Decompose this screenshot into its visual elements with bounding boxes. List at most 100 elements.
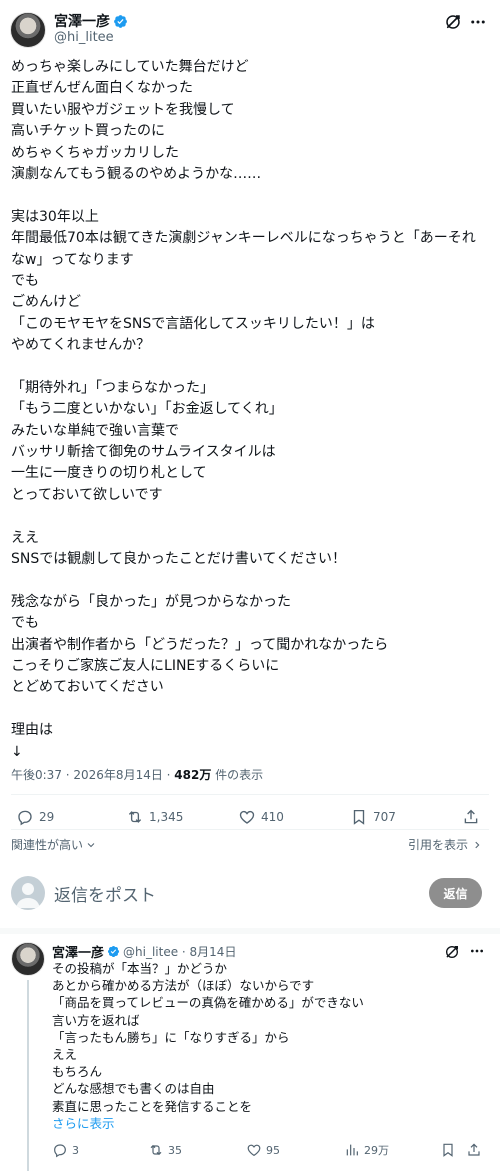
- reply-text-line: 「商品を買ってレビューの真偽を確かめる」ができない: [52, 995, 364, 1011]
- tweet-text-line: こっそりご家族ご友人にLINEするくらいに: [11, 657, 280, 674]
- share-icon: [468, 1143, 480, 1156]
- author-handle[interactable]: @hi_litee: [54, 30, 114, 45]
- reply-handle-date[interactable]: @hi_litee · 8月14日: [123, 943, 236, 960]
- tweet-text: めっちゃ楽しみにしていた舞台だけど 正直ぜんぜん面白くなかった買いたい服やガジェッ…: [11, 57, 493, 763]
- like-count: 410: [261, 810, 284, 824]
- reply-views-count: 29万: [364, 1144, 389, 1157]
- reply-text: その投稿が「本当？」かどうかあとから確かめる方法が（ほぼ）ないからです 「商品を買…: [52, 960, 482, 1132]
- view-quotes-link[interactable]: 引用を表示: [408, 836, 482, 853]
- tweet-text-line: [11, 570, 493, 591]
- reply-like-count: 95: [266, 1143, 280, 1157]
- tweet-text-line: SNSでは観劇して良かったことだけ書いてください！: [11, 550, 346, 567]
- reply-bookmark-action[interactable]: [440, 1142, 456, 1158]
- verified-badge-icon: [114, 14, 127, 28]
- reply-action[interactable]: 29: [16, 808, 54, 826]
- tweet-text-line: 「もう二度といかない」「お金返してくれ」: [11, 401, 283, 418]
- tweet-text-line: なw」ってなります: [11, 251, 134, 268]
- author-display-name[interactable]: 宮澤一彦: [54, 11, 110, 31]
- reply-text-line: 「言ったもん勝ち」に「なりすぎる」から: [52, 1029, 290, 1045]
- views-count: 482万: [174, 768, 212, 782]
- sort-label: 関連性が高い: [11, 838, 84, 852]
- tweet-text-line: 買いたい服やガジェットを我慢して: [11, 101, 235, 118]
- bookmark-icon: [353, 809, 365, 825]
- reply-author-row[interactable]: 宮澤一彦 @hi_litee · 8月14日: [52, 942, 236, 961]
- tweet-text-line: 年間最低70本は観てきた演劇ジャンキーレベルになっちゃうと「あーそれ: [11, 230, 476, 247]
- chevron-down-icon: [87, 842, 95, 847]
- tweet-text-line: 「期待外れ」「つまらなかった」: [11, 379, 214, 396]
- reply-text-line: 言い方を返れば: [52, 1012, 140, 1028]
- tweet-text-line: [11, 185, 493, 206]
- more-options-icon[interactable]: [468, 943, 486, 959]
- tweet-text-line: とっておいて欲しいです: [11, 486, 163, 503]
- bookmark-action[interactable]: 707: [350, 808, 396, 826]
- reply-repost-count: 35: [168, 1143, 182, 1157]
- reply-text-line: あとから確かめる方法が（ほぼ）ないからです: [52, 978, 315, 994]
- reply-count: 29: [39, 810, 55, 824]
- heart-icon: [239, 810, 255, 824]
- repost-action[interactable]: 1,345: [126, 808, 183, 826]
- reply-reply-count: 3: [72, 1143, 79, 1157]
- verified-badge-icon: [107, 945, 120, 958]
- reply-text-line: その投稿が「本当？」かどうか: [52, 961, 228, 976]
- tweet-text-line: ええ: [11, 529, 39, 546]
- tweet-meta: 午後0:37 · 2026年8月14日 · 482万 件の表示: [11, 766, 263, 783]
- tweet-text-line: ↓: [11, 743, 23, 760]
- share-icon: [464, 809, 478, 824]
- tweet-text-line: 高いチケット買ったのに: [11, 123, 165, 140]
- tweet-text-line: とどめておいてください: [11, 679, 164, 696]
- tweet-text-line: みたいな単純で強い言葉で: [11, 422, 179, 439]
- section-separator: [0, 928, 500, 934]
- tweet-text-line: 残念ながら「良かった」が見つからなかった: [11, 593, 291, 610]
- reply-text-line: 素直に思ったことを発信することを: [52, 1098, 253, 1114]
- reply-text-line: ええ: [52, 1046, 78, 1062]
- tweet-text-line: バッサリ斬捨て御免のサムライスタイルは: [11, 444, 276, 461]
- author-name-row[interactable]: 宮澤一彦: [54, 11, 128, 31]
- reply-repost-action[interactable]: 35: [148, 1142, 182, 1158]
- bookmark-icon: [443, 1143, 453, 1157]
- tweet-timestamp[interactable]: 午後0:37 · 2026年8月14日 ·: [11, 768, 174, 782]
- divider: [11, 794, 489, 795]
- reply-sort-selector[interactable]: 関連性が高い: [11, 836, 97, 853]
- reply-reply-action[interactable]: 3: [52, 1142, 79, 1158]
- bookmark-count: 707: [373, 810, 396, 824]
- divider: [11, 829, 489, 830]
- tweet-text-line: めっちゃ楽しみにしていた舞台だけど: [11, 59, 249, 75]
- author-avatar[interactable]: [10, 12, 46, 48]
- thread-connector-line: [27, 980, 29, 1171]
- analytics-icon: [346, 1144, 358, 1156]
- reply-author-name[interactable]: 宮澤一彦: [52, 942, 104, 961]
- reply-views-action[interactable]: 29万: [344, 1142, 389, 1158]
- repost-icon: [150, 1144, 162, 1156]
- default-avatar-icon: [16, 883, 40, 908]
- like-action[interactable]: 410: [238, 808, 284, 826]
- tweet-text-line: 実は30年以上: [11, 208, 99, 225]
- reply-input[interactable]: 返信をポスト: [54, 881, 156, 906]
- show-more-link[interactable]: さらに表示: [52, 1115, 482, 1132]
- tweet-text-line: 演劇なんてもう観るのやめようかな……: [11, 165, 262, 182]
- tweet-text-line: [11, 506, 493, 527]
- reply-like-action[interactable]: 95: [246, 1142, 280, 1158]
- repost-count: 1,345: [149, 810, 184, 824]
- reply-author-avatar[interactable]: [11, 942, 45, 976]
- reply-text-line: どんな感想でも書くのは自由: [52, 1081, 215, 1097]
- current-user-avatar[interactable]: [11, 876, 45, 910]
- reply-text-line: もちろん: [52, 1064, 103, 1080]
- tweet-text-line: [11, 356, 493, 377]
- more-options-icon[interactable]: [468, 13, 488, 31]
- quotes-label: 引用を表示: [407, 838, 468, 852]
- views-label: 件の表示: [211, 768, 264, 782]
- reply-submit-button[interactable]: 返信: [429, 878, 482, 908]
- tweet-text-line: 正直ぜんぜん面白くなかった: [11, 80, 193, 97]
- reply-icon: [54, 1144, 66, 1158]
- grok-icon[interactable]: [444, 944, 460, 960]
- reply-share-action[interactable]: [466, 1142, 482, 1158]
- grok-icon[interactable]: [444, 13, 462, 31]
- tweet-text-line: ごめんけど: [11, 294, 81, 311]
- tweet-text-line: 一生に一度きりの切り札として: [11, 465, 207, 482]
- tweet-text-line: でも: [11, 615, 39, 632]
- share-action[interactable]: [462, 808, 480, 826]
- tweet-text-line: 出演者や制作者から「どうだった？」って聞かれなかったら: [11, 636, 389, 653]
- heart-icon: [247, 1144, 261, 1157]
- tweet-text-line: でも: [11, 272, 39, 289]
- tweet-text-line: 理由は: [11, 722, 53, 739]
